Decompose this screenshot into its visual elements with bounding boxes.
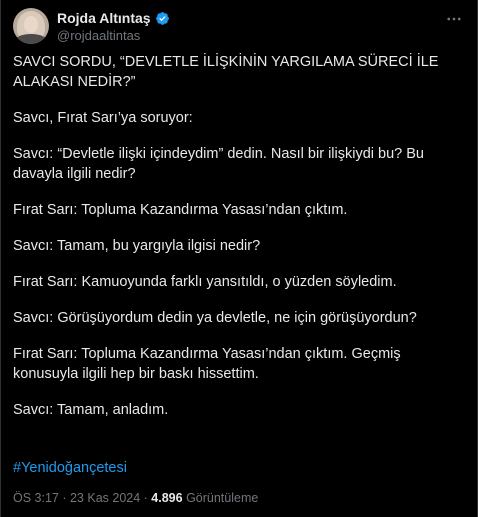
meta-separator: ·	[140, 491, 152, 505]
more-options-icon[interactable]	[445, 10, 463, 28]
tweet-time[interactable]: ÖS 3:17	[13, 491, 59, 505]
author-display-name[interactable]: Rojda Altıntaş	[57, 10, 151, 26]
tweet-meta: ÖS 3:17 · 23 Kas 2024 · 4.896 Görüntülem…	[13, 490, 258, 506]
views-count: 4.896	[151, 491, 183, 505]
avatar-shoulder	[15, 34, 47, 44]
tweet-paragraph: Savcı: Tamam, bu yargıyla ilgisi nedir?	[13, 238, 261, 254]
tweet-paragraph: Savcı: “Devletle ilişki içindeydim” dedi…	[13, 146, 424, 182]
tweet-paragraph: SAVCI SORDU, “DEVLETLE İLİŞKİNİN YARGILA…	[13, 54, 439, 90]
verified-badge-icon	[155, 11, 170, 26]
tweet-card: Rojda Altıntaş @rojdaaltintas SAVCI SORD…	[0, 0, 478, 517]
tweet-paragraph: Fırat Sarı: Topluma Kazandırma Yasası’nd…	[13, 202, 348, 218]
avatar-face	[24, 16, 38, 33]
profile-avatar[interactable]	[13, 8, 49, 44]
tweet-header: Rojda Altıntaş @rojdaaltintas	[13, 8, 467, 46]
tweet-paragraph: Savcı, Fırat Sarı’ya soruyor:	[13, 110, 193, 126]
author-handle[interactable]: @rojdaaltintas	[57, 28, 140, 43]
views-label: Görüntüleme	[186, 491, 259, 505]
hashtag-link[interactable]: #Yenidoğançetesi	[13, 458, 127, 478]
tweet-paragraph: Savcı: Görüşüyordum dedin ya devletle, n…	[13, 310, 417, 326]
tweet-paragraph: Fırat Sarı: Topluma Kazandırma Yasası’nd…	[13, 346, 401, 382]
author-name-row: Rojda Altıntaş	[57, 9, 170, 27]
tweet-text: SAVCI SORDU, “DEVLETLE İLİŞKİNİN YARGILA…	[13, 52, 465, 420]
tweet-date[interactable]: 23 Kas 2024	[70, 491, 140, 505]
tweet-paragraph: Fırat Sarı: Kamuoyunda farklı yansıtıldı…	[13, 274, 397, 290]
meta-separator: ·	[58, 491, 70, 505]
tweet-paragraph: Savcı: Tamam, anladım.	[13, 402, 169, 418]
